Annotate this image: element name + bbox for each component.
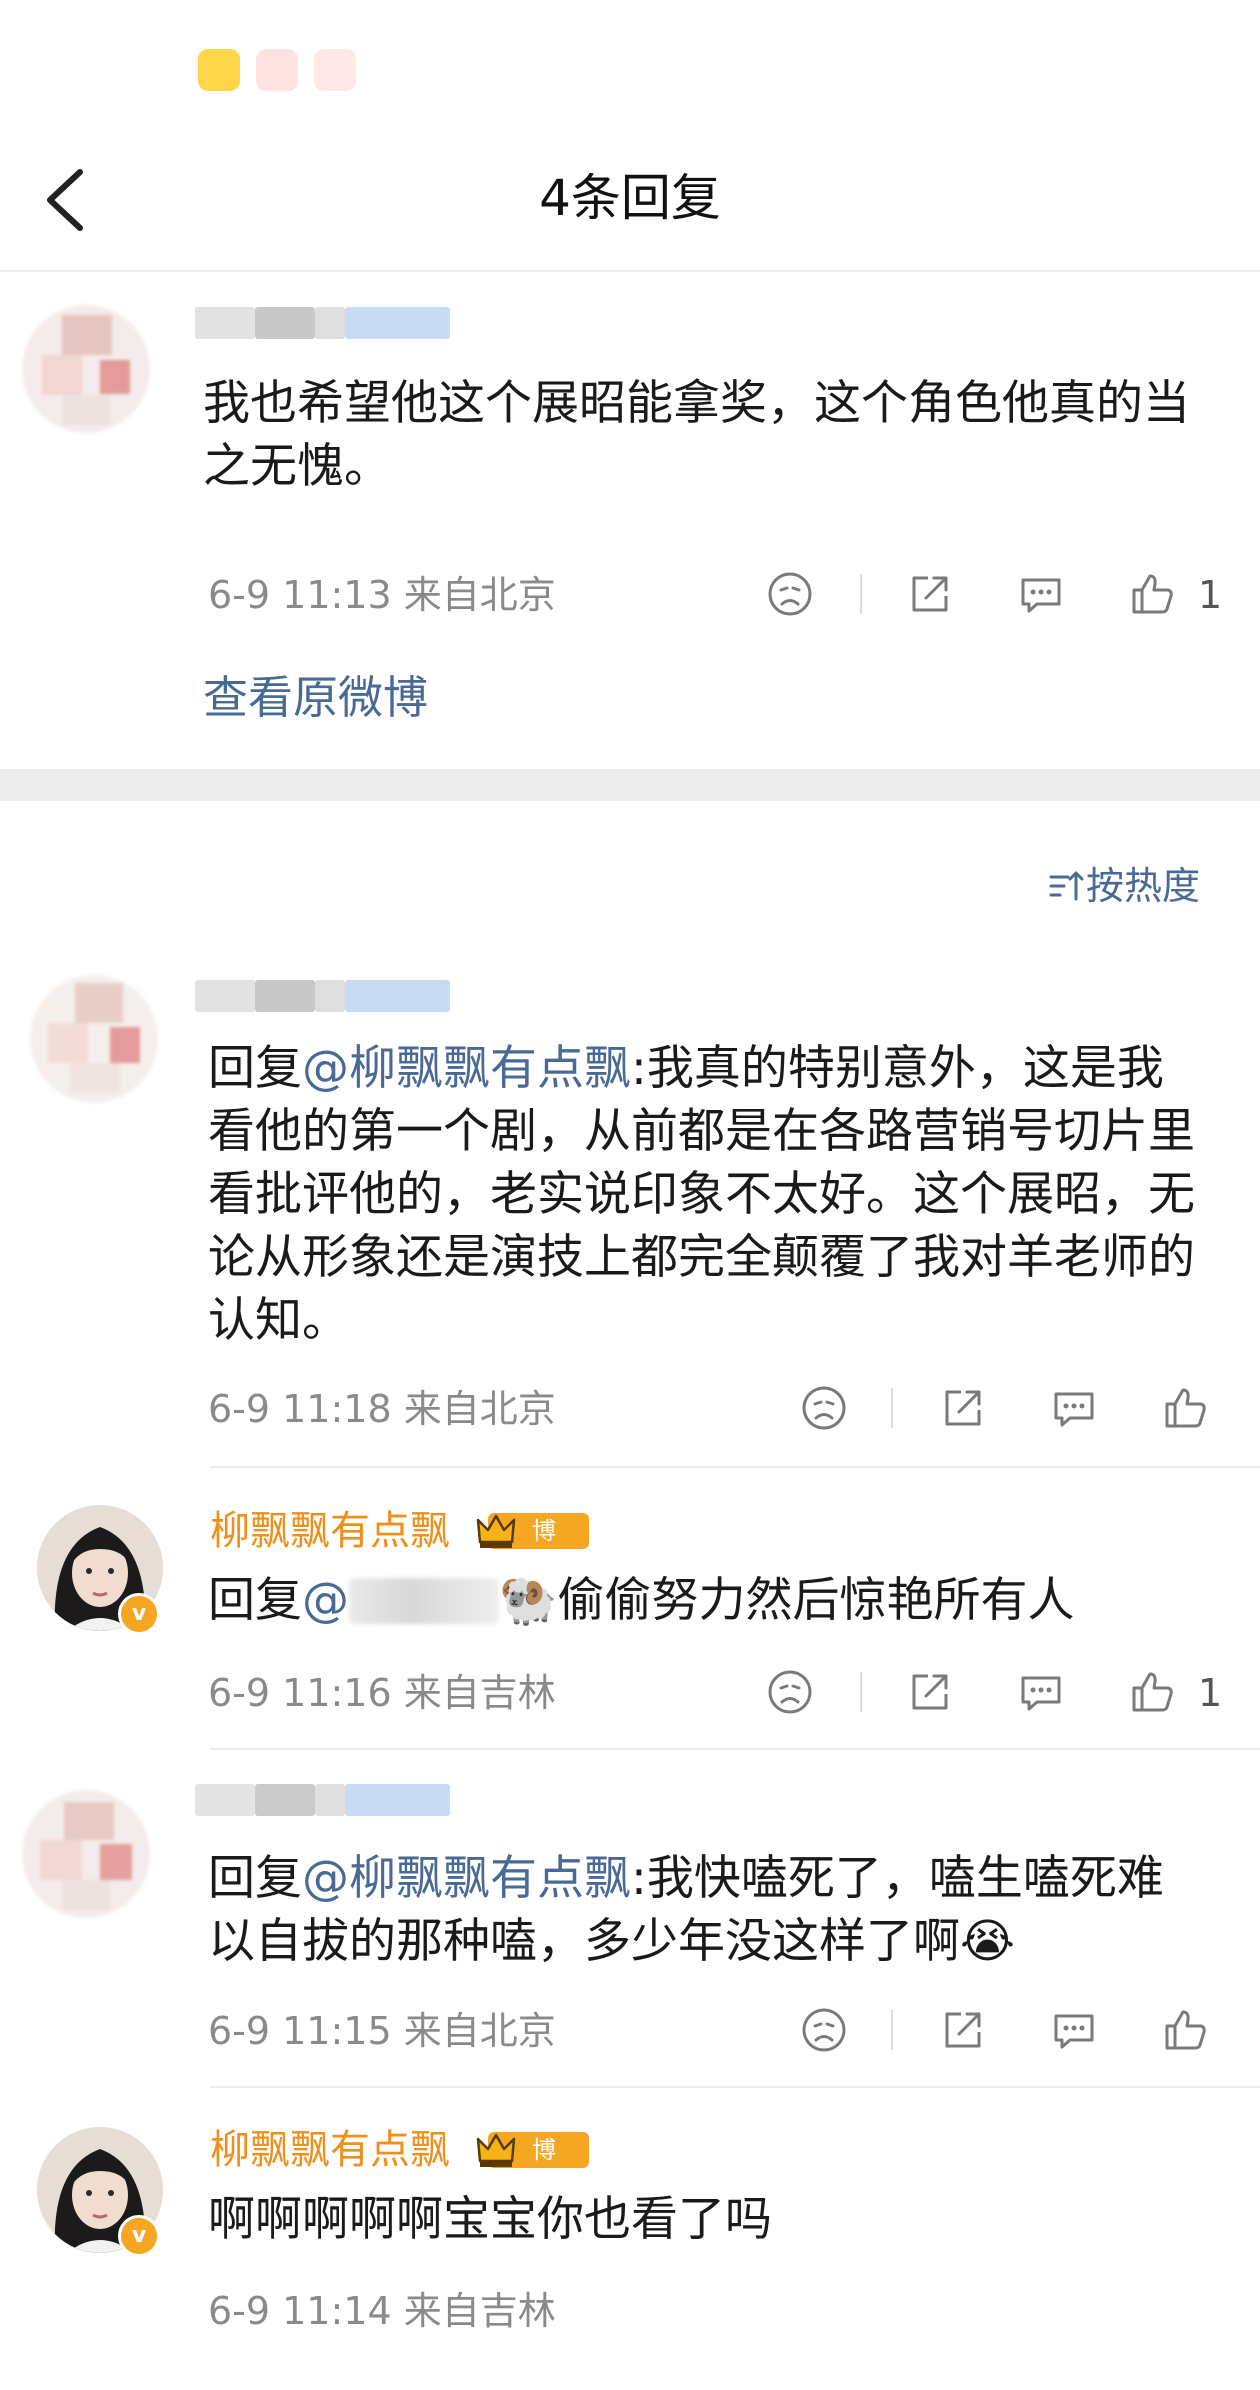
verified-badge-icon: v (118, 2215, 160, 2257)
header-divider (0, 270, 1260, 272)
shopping-618-icon (256, 49, 298, 91)
reply-meta: 6-9 11:15 来自北京 (208, 2009, 556, 2053)
avatar[interactable] (22, 1790, 150, 1918)
mention-link[interactable]: @柳飘飘有点飘 (302, 1851, 631, 1906)
like-button[interactable] (1124, 1664, 1180, 1720)
reply-body: 偷偷努力然后惊艳所有人 (557, 1573, 1075, 1628)
dislike-icon (762, 1664, 818, 1720)
row-divider (210, 1466, 1260, 1468)
ram-emoji: 🐏 (499, 1573, 558, 1628)
dislike-button[interactable] (796, 1380, 852, 1436)
row-divider (210, 1748, 1260, 1750)
comment-meta: 6-9 11:13 来自北京 (208, 573, 556, 617)
like-button[interactable] (1157, 2002, 1213, 2058)
comment-button[interactable] (1046, 1380, 1102, 1436)
dislike-icon (796, 1380, 852, 1436)
thumbs-up-icon (1157, 1380, 1213, 1436)
reply-meta: 6-9 11:14 来自吉林 (208, 2289, 556, 2333)
like-count: 1 (1198, 573, 1223, 617)
reply-text: 啊啊啊啊啊宝宝你也看了吗 (208, 2192, 772, 2247)
section-divider (0, 769, 1260, 801)
comment-text: 我也希望他这个展昭能拿奖，这个角色他真的当之无愧。 (203, 376, 1190, 494)
reply-prefix: 回复 (208, 1573, 302, 1628)
avatar[interactable] (30, 975, 158, 1103)
thumbs-up-icon (1124, 566, 1180, 622)
thumbs-up-icon (1157, 2002, 1213, 2058)
like-button[interactable] (1124, 566, 1180, 622)
row-divider (210, 2086, 1260, 2088)
blogger-name[interactable]: 柳飘飘有点飘 (210, 2126, 450, 2174)
mention-blurred[interactable] (349, 1578, 499, 1624)
username-blurred[interactable] (195, 1780, 455, 1820)
reply-text: 回复@ 🐏偷偷努力然后惊艳所有人 (208, 1569, 1208, 1632)
reply-prefix: 回复 (208, 1851, 302, 1906)
sort-icon (1049, 871, 1084, 901)
reply-meta: 6-9 11:18 来自北京 (208, 1387, 556, 1431)
comment-icon (1013, 566, 1069, 622)
blogger-badge: 博主 (474, 1508, 589, 1581)
share-button[interactable] (935, 2002, 991, 2058)
dislike-icon (762, 566, 818, 622)
dislike-button[interactable] (762, 566, 818, 622)
comment-icon (1013, 1664, 1069, 1720)
divider (860, 574, 862, 614)
sort-button[interactable]: 按热度 (1048, 863, 1200, 909)
weibo-app-icon (198, 49, 240, 91)
share-button[interactable] (935, 1380, 991, 1436)
crying-emoji: 😭 (960, 1914, 1015, 1969)
verified-badge-icon: v (118, 1593, 160, 1635)
comment-button[interactable] (1013, 1664, 1069, 1720)
mention-link[interactable]: @柳飘飘有点飘 (302, 1041, 631, 1096)
reply-text: 回复@柳飘飘有点飘:我真的特别意外，这是我看他的第一个剧，从前都是在各路营销号切… (208, 1037, 1208, 1352)
like-count: 1 (1198, 1671, 1223, 1715)
crown-icon (474, 1508, 518, 1552)
username-blurred[interactable] (195, 976, 455, 1016)
divider (860, 1672, 862, 1712)
view-original-link[interactable]: 查看原微博 (203, 670, 428, 726)
dislike-icon (796, 2002, 852, 2058)
comment-button[interactable] (1013, 566, 1069, 622)
comment-icon (1046, 2002, 1102, 2058)
username-blurred[interactable] (195, 303, 455, 343)
share-button[interactable] (902, 1664, 958, 1720)
reply-prefix: 回复 (208, 1041, 302, 1096)
share-icon (902, 1664, 958, 1720)
reply-meta: 6-9 11:16 来自吉林 (208, 1671, 556, 1715)
page-title: 4条回复 (539, 169, 721, 227)
crown-icon (474, 2127, 518, 2171)
divider (891, 2010, 893, 2050)
thumbs-up-icon (1124, 1664, 1180, 1720)
blogger-badge: 博主 (474, 2127, 589, 2200)
dislike-button[interactable] (796, 2002, 852, 2058)
red-app-icon (314, 49, 356, 91)
mention-link[interactable]: @ (302, 1573, 349, 1628)
blogger-name[interactable]: 柳飘飘有点飘 (210, 1507, 450, 1555)
share-icon (935, 2002, 991, 2058)
comment-icon (1046, 1380, 1102, 1436)
avatar[interactable] (22, 305, 150, 433)
like-button[interactable] (1157, 1380, 1213, 1436)
dislike-button[interactable] (762, 1664, 818, 1720)
sort-label: 按热度 (1086, 864, 1201, 908)
share-icon (935, 1380, 991, 1436)
share-button[interactable] (902, 566, 958, 622)
share-icon (902, 566, 958, 622)
reply-text: 回复@柳飘飘有点飘:我快嗑死了，嗑生嗑死难以自拔的那种嗑，多少年没这样了啊😭 (208, 1847, 1208, 1973)
divider (891, 1388, 893, 1428)
comment-button[interactable] (1046, 2002, 1102, 2058)
